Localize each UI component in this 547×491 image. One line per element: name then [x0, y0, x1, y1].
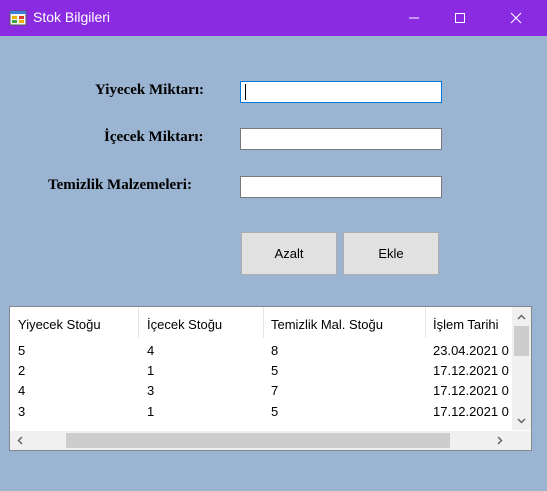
- vertical-scroll-thumb[interactable]: [514, 326, 529, 356]
- table-cell[interactable]: 4: [18, 383, 25, 398]
- table-cell[interactable]: 8: [271, 343, 278, 358]
- column-header-food-stock[interactable]: Yiyecek Stoğu: [18, 317, 101, 332]
- maximize-button[interactable]: [437, 0, 483, 36]
- table-cell[interactable]: 5: [271, 363, 278, 378]
- table-cell[interactable]: 3: [147, 383, 154, 398]
- scroll-left-icon[interactable]: [10, 431, 29, 450]
- horizontal-scroll-thumb[interactable]: [66, 433, 450, 448]
- column-divider: [138, 307, 139, 338]
- table-cell[interactable]: 1: [147, 363, 154, 378]
- column-divider: [263, 307, 264, 338]
- table-cell[interactable]: 17.12.2021 0: [433, 363, 513, 378]
- table-cell[interactable]: 3: [18, 404, 25, 419]
- stock-data-grid[interactable]: Yiyecek Stoğu İçecek Stoğu Temizlik Mal.…: [9, 306, 532, 451]
- maximize-icon: [455, 13, 465, 23]
- cleaning-supplies-label: Temizlik Malzemeleri:: [48, 177, 192, 193]
- app-icon: [9, 9, 27, 27]
- table-cell[interactable]: 2: [18, 363, 25, 378]
- table-cell[interactable]: 1: [147, 404, 154, 419]
- scroll-down-icon[interactable]: [512, 411, 531, 430]
- horizontal-scrollbar[interactable]: [10, 431, 513, 450]
- minimize-icon: [409, 17, 419, 19]
- minimize-button[interactable]: [391, 0, 437, 36]
- cleaning-supplies-input[interactable]: [240, 176, 442, 198]
- column-header-drink-stock[interactable]: İçecek Stoğu: [147, 317, 222, 332]
- close-icon: [510, 12, 522, 24]
- table-cell[interactable]: 5: [18, 343, 25, 358]
- column-header-transaction-date[interactable]: İşlem Tarihi: [433, 317, 513, 332]
- drink-amount-input[interactable]: [240, 128, 442, 150]
- vertical-scrollbar[interactable]: [512, 307, 531, 430]
- food-amount-input[interactable]: [240, 81, 442, 103]
- table-cell[interactable]: 23.04.2021 0: [433, 343, 513, 358]
- table-cell[interactable]: 5: [271, 404, 278, 419]
- window-title: Stok Bilgileri: [33, 9, 111, 25]
- decrease-button[interactable]: Azalt: [241, 232, 337, 275]
- stok-bilgileri-window: Stok Bilgileri Yiyecek Miktarı: İçecek M…: [0, 0, 547, 491]
- close-button[interactable]: [493, 0, 539, 36]
- title-bar[interactable]: Stok Bilgileri: [0, 0, 547, 36]
- table-cell[interactable]: 7: [271, 383, 278, 398]
- add-button[interactable]: Ekle: [343, 232, 439, 275]
- scroll-right-icon[interactable]: [490, 431, 509, 450]
- scroll-up-icon[interactable]: [512, 307, 531, 326]
- table-cell[interactable]: 17.12.2021 0: [433, 383, 513, 398]
- text-caret: [245, 84, 246, 100]
- scrollbar-corner: [512, 431, 531, 450]
- food-amount-label: Yiyecek Miktarı:: [95, 82, 204, 98]
- table-cell[interactable]: 17.12.2021 0: [433, 404, 513, 419]
- column-header-cleaning-stock[interactable]: Temizlik Mal. Stoğu: [271, 317, 383, 332]
- drink-amount-label: İçecek Miktarı:: [104, 129, 204, 145]
- column-divider: [425, 307, 426, 338]
- table-cell[interactable]: 4: [147, 343, 154, 358]
